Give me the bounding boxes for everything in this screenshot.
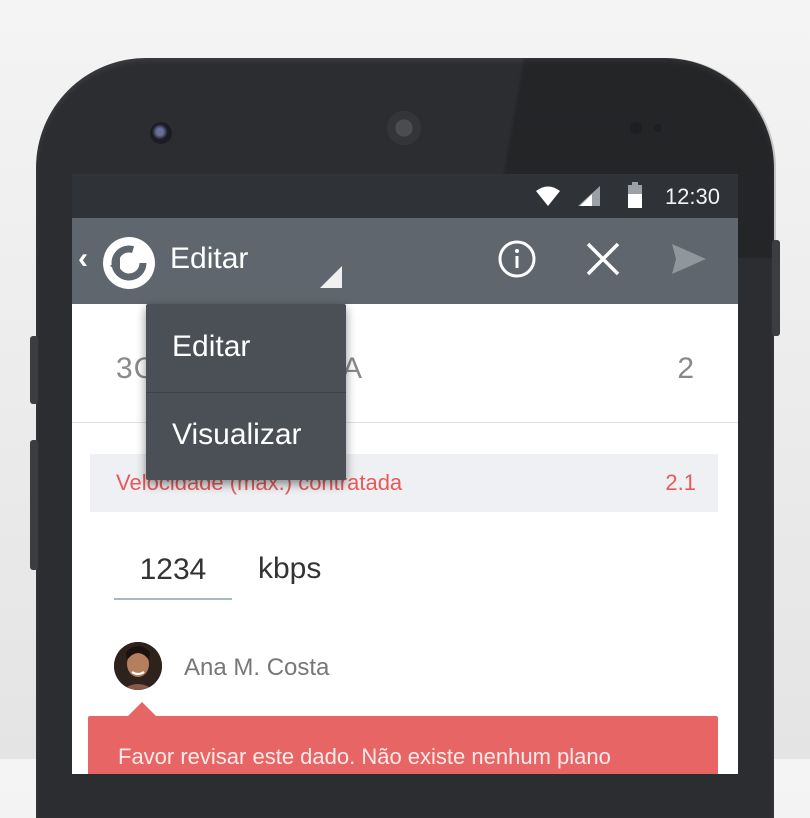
status-time: 12:30 [664,184,720,209]
speed-input[interactable]: 1234 [114,550,232,600]
dropdown-item-editar[interactable]: Editar [146,304,346,392]
close-icon[interactable] [582,238,624,280]
dropdown-item-label: Editar [172,330,251,363]
dropdown-item-visualizar[interactable]: Visualizar [146,392,346,480]
error-value: 2.1 [665,470,696,495]
comment-author: Ana M. Costa [184,654,330,681]
send-icon[interactable] [670,238,708,280]
signal-icon [578,186,600,206]
view-mode-dropdown: Editar Visualizar [146,304,346,480]
side-button-left [30,336,38,404]
earpiece-speaker [384,108,424,148]
status-bar: 12:30 [72,174,738,218]
comment-bubble: Favor revisar este dado. Não existe nenh… [88,702,718,774]
sensor [654,124,662,132]
dropdown-arrow-icon[interactable] [320,266,342,288]
avatar [114,642,162,690]
front-camera [150,122,172,144]
info-icon[interactable] [496,238,538,280]
side-button-left-2 [30,440,38,570]
side-button-right [772,240,780,336]
sensor [630,122,642,134]
dropdown-item-label: Visualizar [172,418,302,451]
chevron-left-icon[interactable]: ‹ [78,242,88,276]
comment-text: Favor revisar este dado. Não existe nenh… [118,744,611,769]
row-value: 2 [677,352,694,385]
page-title[interactable]: Editar [170,242,248,276]
app-bar: ‹ Editar [72,218,738,304]
battery-icon [628,182,642,208]
comment-tip [128,702,156,716]
speed-unit: kbps [258,552,322,585]
wifi-icon [536,186,560,206]
refresh-logo-icon[interactable] [102,236,156,290]
